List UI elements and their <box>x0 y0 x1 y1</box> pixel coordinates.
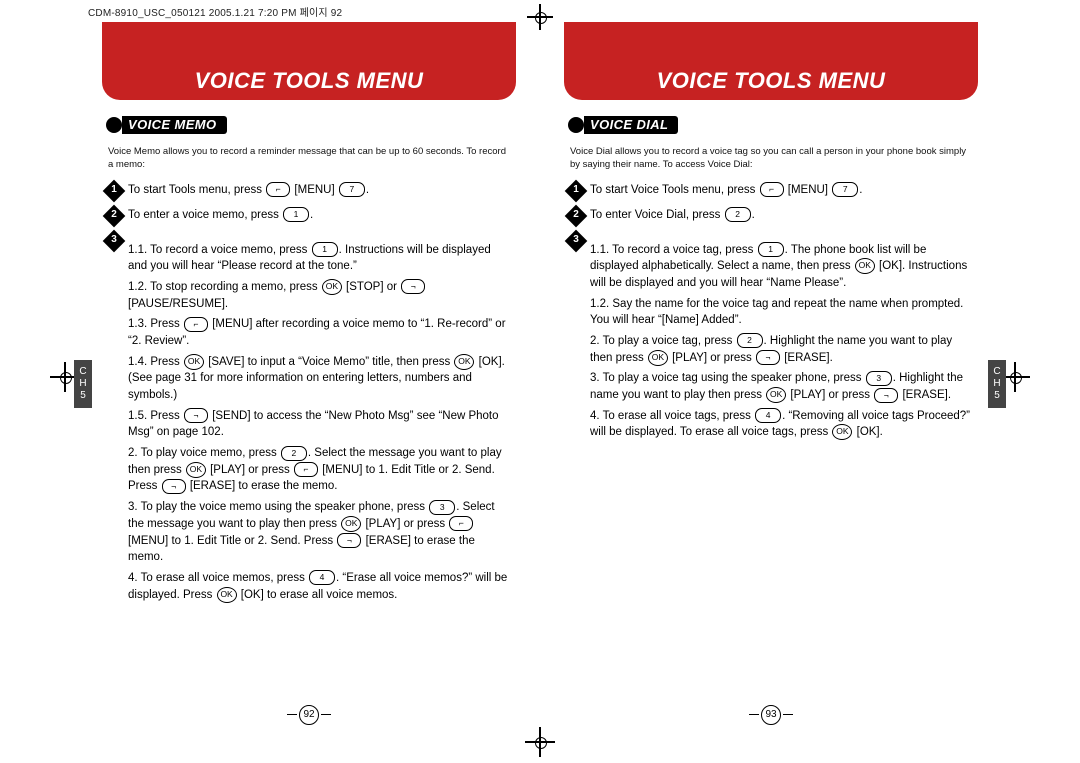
substep-text: [ERASE] to erase the memo. <box>190 480 338 492</box>
substep-text: 2. To play a voice tag, press <box>590 335 732 347</box>
ok-key-icon: OK <box>341 516 361 532</box>
substep-text: [PLAY] or press <box>365 518 445 530</box>
print-header: CDM-8910_USC_050121 2005.1.21 7:20 PM 페이… <box>88 4 342 19</box>
substep-text: [PLAY] or press <box>210 464 290 476</box>
substep-text: [OK] to erase all voice memos. <box>241 589 398 601</box>
substep-text: 4. To erase all voice tags, press <box>590 410 751 422</box>
substep-text: 1.1. To record a voice memo, press <box>128 244 307 256</box>
step-3: 3 1.1. To record a voice memo, press 1. … <box>106 232 512 608</box>
section-header-voice-dial: VOICE DIAL <box>568 116 678 134</box>
substep-text: [PLAY] or press <box>790 389 870 401</box>
step-1: 1 To start Tools menu, press ⌐ [MENU] 7. <box>106 182 512 199</box>
substep-text: [STOP] or <box>346 281 397 293</box>
ok-key-icon: OK <box>454 354 474 370</box>
page-title-banner: VOICE TOOLS MENU <box>102 22 516 100</box>
manual-spread: CDM-8910_USC_050121 2005.1.21 7:20 PM 페이… <box>0 0 1080 763</box>
section-bullet-icon <box>106 117 122 133</box>
substep-text: [MENU] to 1. Edit Title or 2. Send. Pres… <box>128 535 333 547</box>
substep-text: 1.5. Press <box>128 410 180 422</box>
substep-text: 3. To play the voice memo using the spea… <box>128 501 425 513</box>
section-intro: Voice Dial allows you to record a voice … <box>570 146 972 172</box>
softkey-right-icon: ¬ <box>184 408 208 423</box>
section-bullet-icon <box>568 117 584 133</box>
key-4-icon: 4 <box>309 570 335 585</box>
softkey-right-icon: ¬ <box>162 479 186 494</box>
substep-text: [SAVE] to input a “Voice Memo” title, th… <box>208 356 450 368</box>
substep-text: 1.2. To stop recording a memo, press <box>128 281 318 293</box>
softkey-right-icon: ¬ <box>874 388 898 403</box>
step-text: To start Tools menu, press <box>128 184 262 196</box>
key-3-icon: 3 <box>429 500 455 515</box>
page-number-left: 92 <box>299 705 319 725</box>
crop-mark-bottom <box>533 735 547 749</box>
step-text: To enter a voice memo, press <box>128 209 279 221</box>
section-header-voice-memo: VOICE MEMO <box>106 116 227 134</box>
step-2: 2 To enter Voice Dial, press 2. <box>568 207 974 224</box>
softkey-left-icon: ⌐ <box>266 182 290 197</box>
key-2-icon: 2 <box>725 207 751 222</box>
ok-key-icon: OK <box>648 350 668 366</box>
key-2-icon: 2 <box>281 446 307 461</box>
step-text: [MENU] <box>788 184 828 196</box>
substep-text: 3. To play a voice tag using the speaker… <box>590 372 862 384</box>
substep-text: [ERASE]. <box>902 389 951 401</box>
section-title: VOICE MEMO <box>122 116 227 134</box>
ok-key-icon: OK <box>217 587 237 603</box>
softkey-right-icon: ¬ <box>756 350 780 365</box>
page-number-value: 93 <box>761 705 781 725</box>
page-number-right: 93 <box>761 705 781 725</box>
page-left: VOICE TOOLS MENU VOICE MEMO Voice Memo a… <box>78 22 540 723</box>
step-text: [MENU] <box>294 184 334 196</box>
key-7-icon: 7 <box>832 182 858 197</box>
step-text: To enter Voice Dial, press <box>590 209 720 221</box>
ok-key-icon: OK <box>186 462 206 478</box>
substep-text: [PAUSE/RESUME]. <box>128 298 228 310</box>
substep-text: 1.1. To record a voice tag, press <box>590 244 753 256</box>
substep-text: 4. To erase all voice memos, press <box>128 572 305 584</box>
ok-key-icon: OK <box>322 279 342 295</box>
step-1: 1 To start Voice Tools menu, press ⌐ [ME… <box>568 182 974 199</box>
softkey-right-icon: ¬ <box>337 533 361 548</box>
key-2-icon: 2 <box>737 333 763 348</box>
crop-mark-right <box>1008 370 1022 384</box>
ok-key-icon: OK <box>766 387 786 403</box>
substep-text: [PLAY] or press <box>672 352 752 364</box>
page-title-banner: VOICE TOOLS MENU <box>564 22 978 100</box>
page-number-value: 92 <box>299 705 319 725</box>
step-3: 3 1.1. To record a voice tag, press 1. T… <box>568 232 974 446</box>
softkey-left-icon: ⌐ <box>294 462 318 477</box>
key-1-icon: 1 <box>312 242 338 257</box>
crop-mark-left <box>58 370 72 384</box>
softkey-left-icon: ⌐ <box>760 182 784 197</box>
ok-key-icon: OK <box>184 354 204 370</box>
substep-text: 1.4. Press <box>128 356 180 368</box>
step-2: 2 To enter a voice memo, press 1. <box>106 207 512 224</box>
key-1-icon: 1 <box>758 242 784 257</box>
key-3-icon: 3 <box>866 371 892 386</box>
substep-text: [OK]. <box>857 426 883 438</box>
substep-text: 2. To play voice memo, press <box>128 447 277 459</box>
page-right: VOICE TOOLS MENU VOICE DIAL Voice Dial a… <box>540 22 1002 723</box>
key-4-icon: 4 <box>755 408 781 423</box>
substep-text: 1.3. Press <box>128 318 180 330</box>
substep-text: [ERASE]. <box>784 352 833 364</box>
ok-key-icon: OK <box>832 424 852 440</box>
section-intro: Voice Memo allows you to record a remind… <box>108 146 510 172</box>
softkey-right-icon: ¬ <box>401 279 425 294</box>
step-text: To start Voice Tools menu, press <box>590 184 755 196</box>
ok-key-icon: OK <box>855 258 875 274</box>
key-1-icon: 1 <box>283 207 309 222</box>
softkey-left-icon: ⌐ <box>449 516 473 531</box>
substep-text: 1.2. Say the name for the voice tag and … <box>590 298 963 327</box>
key-7-icon: 7 <box>339 182 365 197</box>
section-title: VOICE DIAL <box>584 116 678 134</box>
softkey-left-icon: ⌐ <box>184 317 208 332</box>
